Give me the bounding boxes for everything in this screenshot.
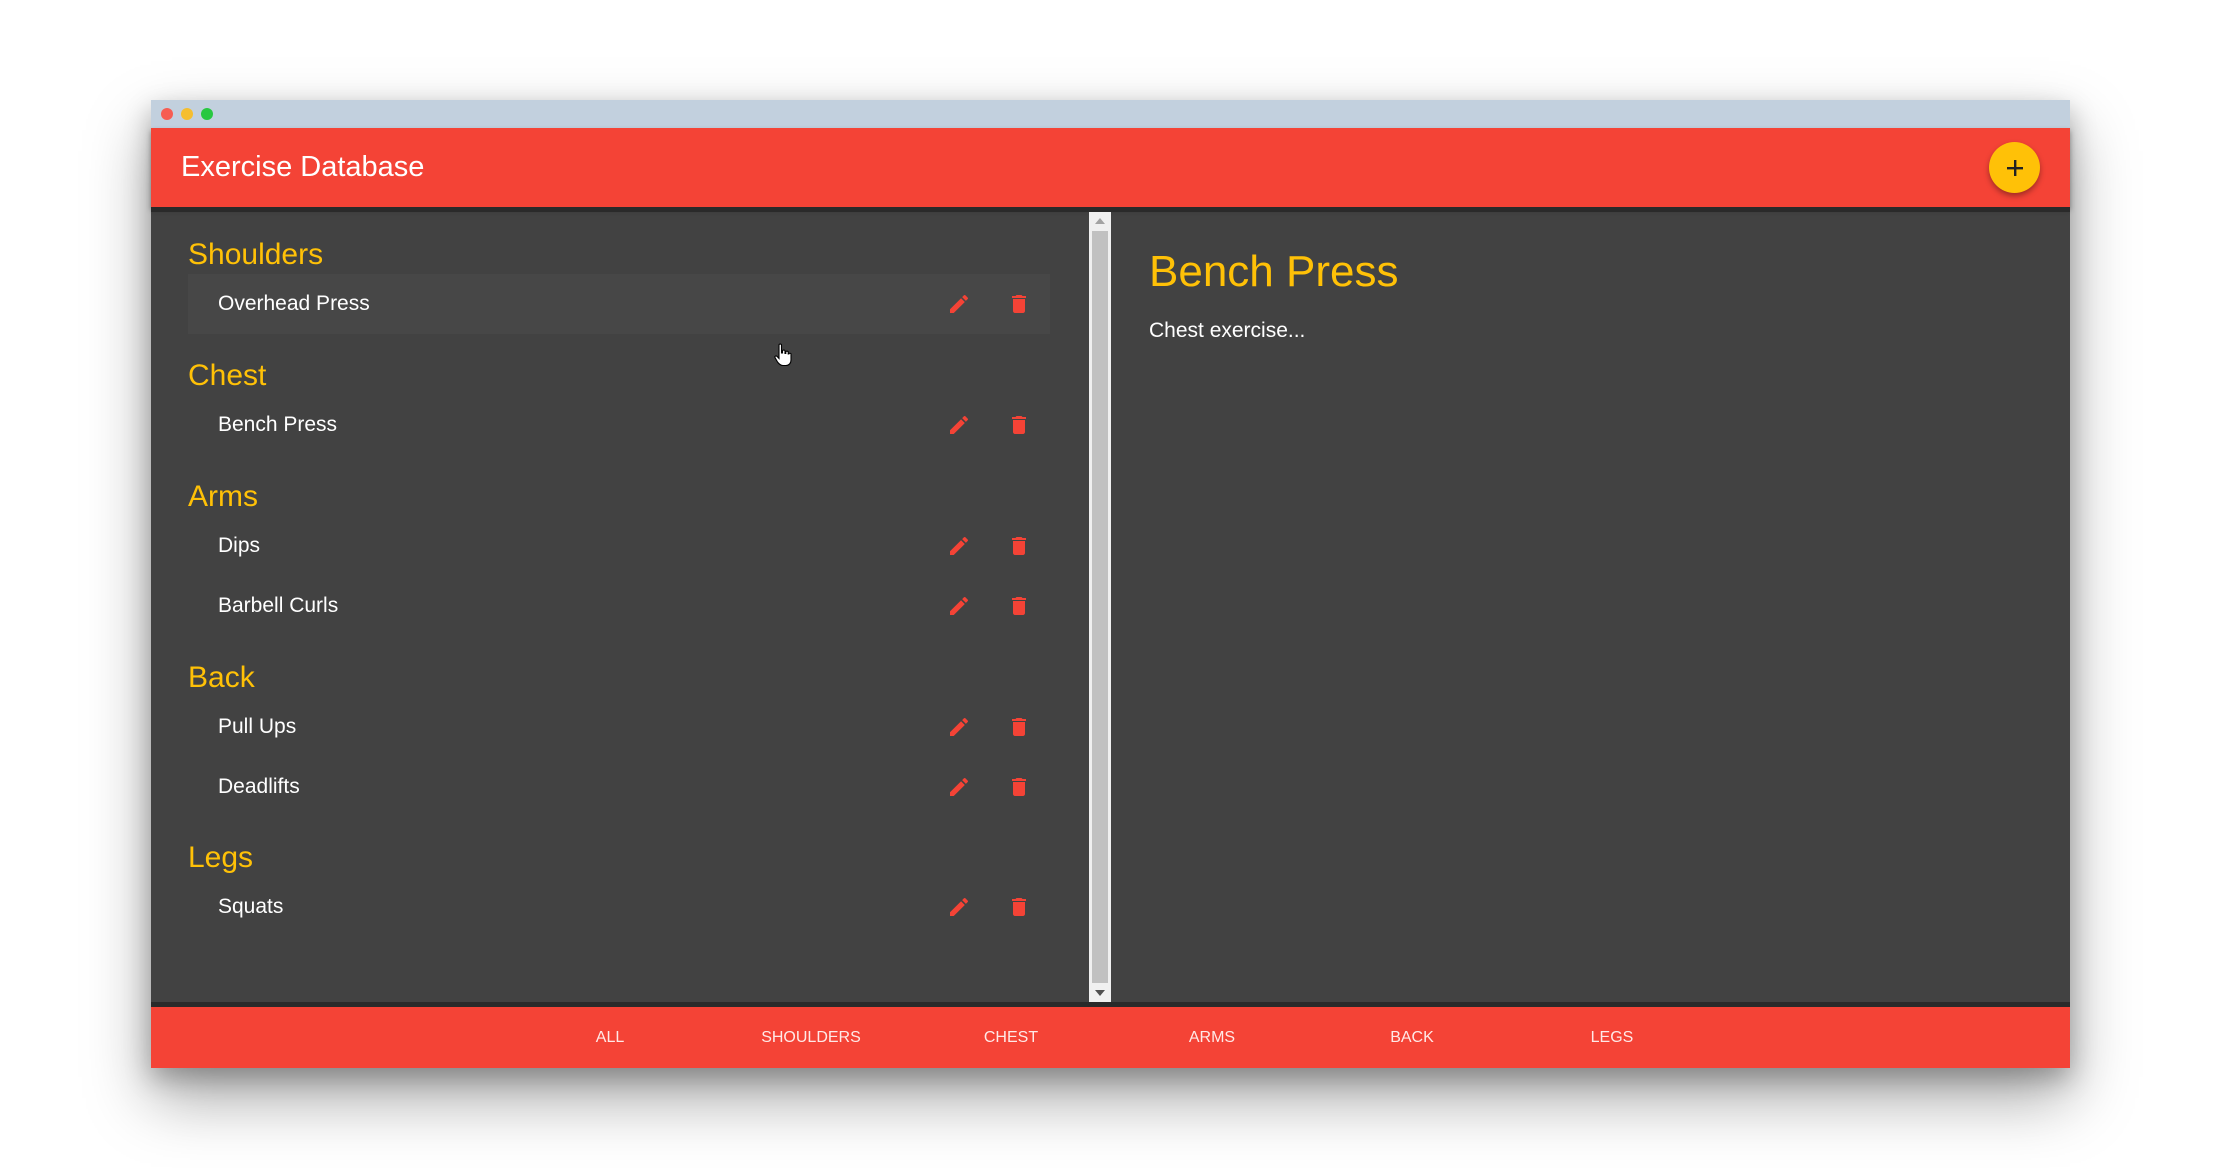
list-item-squats[interactable]: Squats [188, 877, 1050, 937]
trash-icon [1012, 778, 1026, 796]
group-title-shoulders: Shoulders [188, 238, 324, 271]
delete-button[interactable] [1003, 409, 1035, 441]
category-tabs: ALL SHOULDERS CHEST ARMS BACK LEGS [151, 1007, 2070, 1068]
pencil-icon [950, 415, 969, 434]
delete-button[interactable] [1003, 590, 1035, 622]
edit-button[interactable] [943, 409, 975, 441]
app-window: Exercise Database Shoulders Overhead Pre… [151, 100, 2070, 1068]
exercise-detail: Bench Press Chest exercise... [1111, 212, 2070, 1002]
tab-shoulders[interactable]: SHOULDERS [711, 1007, 911, 1068]
edit-button[interactable] [943, 891, 975, 923]
detail-title: Bench Press [1149, 247, 1399, 296]
edit-button[interactable] [943, 288, 975, 320]
scroll-up-arrow-icon[interactable] [1089, 212, 1111, 230]
maximize-window-button[interactable] [201, 108, 213, 120]
app-bar: Exercise Database [151, 128, 2070, 207]
list-item-dips[interactable]: Dips [188, 516, 1050, 576]
trash-icon [1012, 295, 1026, 313]
close-window-button[interactable] [161, 108, 173, 120]
pencil-icon [950, 897, 969, 916]
tab-back[interactable]: BACK [1312, 1007, 1512, 1068]
minimize-window-button[interactable] [181, 108, 193, 120]
trash-icon [1012, 416, 1026, 434]
add-exercise-button[interactable] [1989, 142, 2040, 193]
scroll-down-arrow-icon[interactable] [1089, 984, 1111, 1002]
delete-button[interactable] [1003, 288, 1035, 320]
pencil-icon [950, 717, 969, 736]
list-item-label: Deadlifts [218, 775, 300, 798]
trash-icon [1012, 597, 1026, 615]
list-item-deadlifts[interactable]: Deadlifts [188, 757, 1050, 817]
list-item-label: Overhead Press [218, 292, 370, 315]
list-item-barbell-curls[interactable]: Barbell Curls [188, 576, 1050, 636]
pencil-icon [950, 596, 969, 615]
tab-all[interactable]: ALL [510, 1007, 710, 1068]
delete-button[interactable] [1003, 771, 1035, 803]
trash-icon [1012, 718, 1026, 736]
list-item-label: Pull Ups [218, 715, 297, 738]
list-item-overhead-press[interactable]: Overhead Press [188, 274, 1050, 334]
list-item-bench-press[interactable]: Bench Press [188, 395, 1050, 455]
list-item-label: Barbell Curls [218, 594, 339, 617]
pencil-icon [950, 294, 969, 313]
pencil-icon [950, 536, 969, 555]
scrollbar-thumb[interactable] [1092, 231, 1108, 983]
app-title: Exercise Database [181, 151, 425, 183]
window-titlebar [151, 100, 2070, 128]
edit-button[interactable] [943, 771, 975, 803]
tab-legs[interactable]: LEGS [1512, 1007, 1712, 1068]
list-item-pull-ups[interactable]: Pull Ups [188, 697, 1050, 757]
list-item-label: Dips [218, 534, 261, 557]
delete-button[interactable] [1003, 891, 1035, 923]
trash-icon [1012, 537, 1026, 555]
list-item-label: Squats [218, 895, 284, 918]
delete-button[interactable] [1003, 711, 1035, 743]
hand-cursor-icon [774, 343, 792, 372]
group-title-back: Back [188, 661, 255, 694]
edit-button[interactable] [943, 590, 975, 622]
list-scrollbar[interactable] [1089, 212, 1111, 1002]
group-title-legs: Legs [188, 841, 254, 874]
edit-button[interactable] [943, 711, 975, 743]
group-title-chest: Chest [188, 359, 267, 392]
detail-description: Chest exercise... [1149, 319, 1306, 342]
list-item-label: Bench Press [218, 413, 338, 436]
tab-chest[interactable]: CHEST [911, 1007, 1111, 1068]
delete-button[interactable] [1003, 530, 1035, 562]
trash-icon [1012, 898, 1026, 916]
group-title-arms: Arms [188, 480, 258, 513]
pencil-icon [950, 777, 969, 796]
plus-icon [2006, 159, 2023, 176]
tab-arms[interactable]: ARMS [1112, 1007, 1312, 1068]
edit-button[interactable] [943, 530, 975, 562]
exercise-list: Shoulders Overhead Press Chest Bench Pre… [151, 212, 1089, 1002]
